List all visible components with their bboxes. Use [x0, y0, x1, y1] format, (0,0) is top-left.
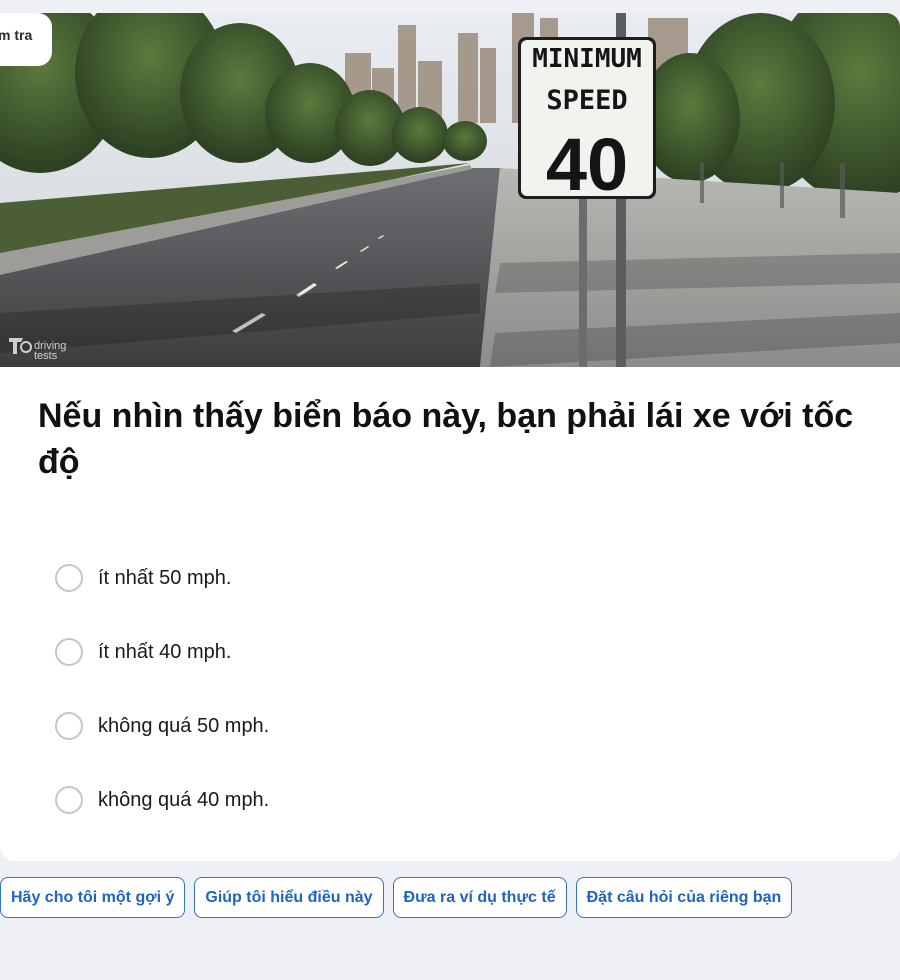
- answer-options: ít nhất 50 mph. ít nhất 40 mph. không qu…: [55, 541, 755, 837]
- question-text: Nếu nhìn thấy biển báo này, bạn phải lái…: [38, 397, 854, 481]
- radio-button[interactable]: [55, 712, 83, 740]
- sign-value: 40: [546, 123, 628, 206]
- answer-option-1[interactable]: ít nhất 50 mph.: [55, 541, 755, 615]
- quiz-tag: m tra: [0, 13, 52, 66]
- real-example-button[interactable]: Đưa ra ví dụ thực tế: [392, 877, 567, 918]
- answer-option-4[interactable]: không quá 40 mph.: [55, 763, 755, 837]
- question-image: MINIMUM SPEED 40 driving tests: [0, 13, 900, 367]
- answer-label: ít nhất 50 mph.: [98, 566, 232, 589]
- hint-button[interactable]: Hãy cho tôi một gợi ý: [0, 877, 186, 918]
- svg-text:tests: tests: [34, 350, 58, 362]
- answer-option-2[interactable]: ít nhất 40 mph.: [55, 615, 755, 689]
- sign-line1: MINIMUM: [532, 44, 642, 74]
- ask-question-button[interactable]: Đặt câu hỏi của riêng bạn: [575, 877, 793, 918]
- radio-button[interactable]: [55, 638, 83, 666]
- answer-label: không quá 40 mph.: [98, 788, 270, 811]
- help-actions: Hãy cho tôi một gợi ý Giúp tôi hiểu điều…: [0, 877, 793, 918]
- answer-option-3[interactable]: không quá 50 mph.: [55, 689, 755, 763]
- radio-button[interactable]: [55, 786, 83, 814]
- explain-button[interactable]: Giúp tôi hiểu điều này: [194, 877, 384, 918]
- answer-label: không quá 50 mph.: [98, 714, 270, 737]
- sign-line2: SPEED: [546, 85, 627, 116]
- answer-label: ít nhất 40 mph.: [98, 640, 232, 663]
- radio-button[interactable]: [55, 564, 83, 592]
